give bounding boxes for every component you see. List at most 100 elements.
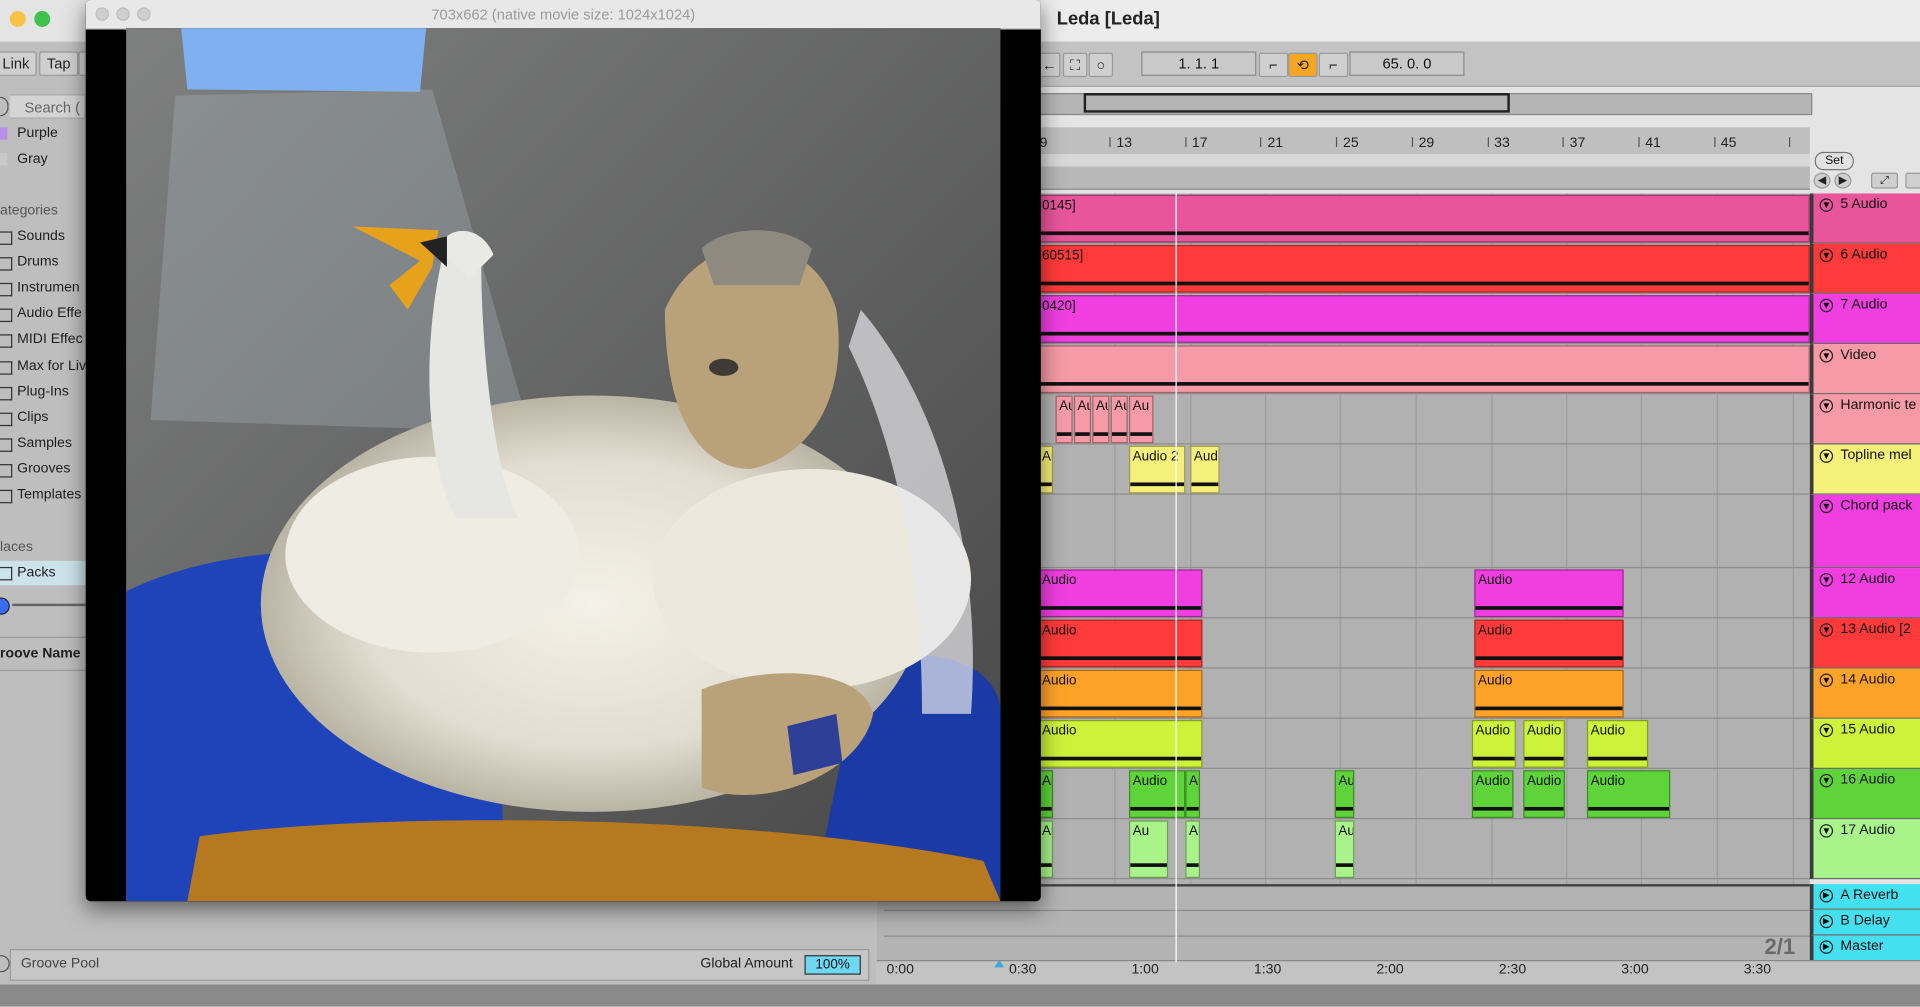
fold-chevron-icon[interactable]: ▼ xyxy=(1819,348,1834,363)
loop-length-field[interactable]: 65. 0. 0 xyxy=(1349,51,1465,76)
fold-chevron-icon[interactable]: ▼ xyxy=(1819,723,1834,738)
minimize-window-button[interactable] xyxy=(9,11,26,27)
track-name[interactable]: 15 Audio xyxy=(1840,722,1895,737)
audio-clip[interactable]: 0145] xyxy=(1038,194,1810,243)
audio-clip[interactable]: Audio xyxy=(1586,770,1671,818)
category-item[interactable]: Samples xyxy=(17,436,72,451)
audio-clip[interactable]: 0420] xyxy=(1038,295,1810,343)
track-name[interactable]: 6 Audio xyxy=(1840,247,1887,262)
audio-clip[interactable]: Audio xyxy=(1471,770,1514,818)
set-locator-button[interactable]: Set xyxy=(1814,151,1854,171)
lock-icon[interactable] xyxy=(1905,172,1920,189)
record-circle-icon[interactable]: ○ xyxy=(1088,52,1114,78)
track-header[interactable]: ▼ Chord pack xyxy=(1809,494,1920,569)
category-item[interactable]: Drums xyxy=(17,255,58,270)
track-header[interactable]: ▼ 16 Audio xyxy=(1809,768,1920,820)
category-item[interactable]: Plug-Ins xyxy=(17,384,69,399)
groove-name-column[interactable]: roove Name xyxy=(0,647,81,662)
track-name[interactable]: 13 Audio [2 xyxy=(1840,622,1910,637)
track-name[interactable]: 16 Audio xyxy=(1840,773,1895,788)
audio-clip[interactable] xyxy=(1038,345,1810,394)
audio-clip[interactable]: Audio 2 xyxy=(1128,445,1186,494)
audio-clip[interactable]: Audio xyxy=(1523,770,1565,818)
tap-button[interactable]: Tap xyxy=(39,51,79,76)
track-lane[interactable] xyxy=(1038,495,1810,569)
category-item[interactable]: Templates xyxy=(17,487,81,502)
track-name[interactable]: Chord pack xyxy=(1840,498,1912,513)
audio-clip[interactable]: Audio xyxy=(1474,569,1624,618)
fold-chevron-icon[interactable]: ▶ xyxy=(1819,888,1834,903)
fold-chevron-icon[interactable]: ▼ xyxy=(1819,623,1834,637)
audio-clip[interactable]: Au xyxy=(1185,820,1201,878)
expand-icon[interactable]: ⤢ xyxy=(1871,172,1898,189)
track-header[interactable]: ▼ 12 Audio xyxy=(1809,568,1920,619)
category-item[interactable]: Clips xyxy=(17,410,48,425)
fold-chevron-icon[interactable]: ▼ xyxy=(1819,573,1834,587)
loop-brace-strip[interactable] xyxy=(1038,154,1810,167)
return-track-header[interactable]: ▶ B Delay xyxy=(1809,909,1920,936)
fold-chevron-icon[interactable]: ▼ xyxy=(1819,824,1834,838)
audio-clip[interactable]: Audio xyxy=(1038,669,1203,718)
return-lane[interactable] xyxy=(884,936,1810,963)
track-name[interactable]: Topline mel xyxy=(1840,448,1911,463)
track-header[interactable]: ▼ Topline mel xyxy=(1809,444,1920,495)
fold-chevron-icon[interactable]: ▼ xyxy=(1819,673,1834,687)
audio-clip[interactable]: Audio xyxy=(1128,770,1186,818)
fullscreen-icon[interactable]: ⛶ xyxy=(1062,52,1088,78)
preview-slider[interactable] xyxy=(12,603,86,607)
fold-chevron-icon[interactable]: ▼ xyxy=(1819,399,1834,413)
audio-clip[interactable]: Au xyxy=(1092,395,1110,444)
fold-chevron-icon[interactable]: ▶ xyxy=(1819,914,1834,929)
zoom-window-button[interactable] xyxy=(34,11,51,27)
return-track-header[interactable]: ▶ A Reverb xyxy=(1809,884,1920,910)
audio-clip[interactable]: Audio xyxy=(1038,720,1203,768)
fold-chevron-icon[interactable]: ▼ xyxy=(1819,449,1834,463)
fold-chevron-icon[interactable]: ▼ xyxy=(1819,499,1834,514)
track-header[interactable]: ▼ 5 Audio xyxy=(1809,193,1920,244)
browser-color-purple[interactable]: Purple xyxy=(17,126,58,141)
audio-clip[interactable]: Au xyxy=(1110,395,1128,444)
audio-clip[interactable]: Audio xyxy=(1038,619,1203,668)
track-header[interactable]: ▼ 17 Audio xyxy=(1809,819,1920,880)
audio-clip[interactable]: Au xyxy=(1073,395,1092,444)
audio-clip[interactable]: Audio xyxy=(1334,770,1355,818)
audio-clip[interactable]: Audio xyxy=(1523,720,1565,768)
track-name[interactable]: 12 Audio xyxy=(1840,572,1895,587)
track-header[interactable]: ▼ 15 Audio xyxy=(1809,718,1920,769)
audio-clip[interactable]: 60515] xyxy=(1038,244,1810,293)
return-track-name[interactable]: B Delay xyxy=(1840,913,1889,928)
link-button[interactable]: Link xyxy=(0,51,37,76)
audio-clip[interactable]: Audio xyxy=(1038,569,1203,618)
video-window[interactable]: 703x662 (native movie size: 1024x1024) xyxy=(85,0,1041,902)
start-marker-icon[interactable] xyxy=(994,960,1005,968)
track-lane[interactable] xyxy=(1038,394,1810,445)
category-item[interactable]: Grooves xyxy=(17,462,70,477)
fold-chevron-icon[interactable]: ▶ xyxy=(1819,940,1834,954)
track-header[interactable]: ▼ 7 Audio xyxy=(1809,293,1920,345)
fold-chevron-icon[interactable]: ▼ xyxy=(1819,773,1834,788)
global-amount-field[interactable]: 100% xyxy=(804,955,861,975)
audio-clip[interactable]: Au xyxy=(1128,820,1169,878)
scrub-area[interactable] xyxy=(1038,166,1810,190)
track-name[interactable]: 17 Audio xyxy=(1840,823,1895,838)
audio-clip[interactable]: Audio xyxy=(1474,619,1624,668)
punch-out-icon[interactable]: ⌐ xyxy=(1318,52,1349,78)
category-item[interactable]: Audio Effe xyxy=(17,306,82,321)
audio-clip[interactable]: Audio xyxy=(1471,720,1516,768)
track-name[interactable]: Video xyxy=(1840,348,1876,363)
track-header[interactable]: ▼ 14 Audio xyxy=(1809,668,1920,719)
track-name[interactable]: 5 Audio xyxy=(1840,197,1887,212)
audio-clip[interactable]: Au xyxy=(1128,395,1154,444)
loop-switch-icon[interactable]: ⟲ xyxy=(1288,52,1318,78)
track-header[interactable]: ▼ 6 Audio xyxy=(1809,243,1920,294)
browser-search-input[interactable]: Search ( xyxy=(9,94,86,119)
track-name[interactable]: 14 Audio xyxy=(1840,672,1895,687)
track-header[interactable]: ▼ 13 Audio [2 xyxy=(1809,618,1920,669)
category-item[interactable]: MIDI Effec xyxy=(17,332,82,347)
return-track-name[interactable]: Master xyxy=(1840,939,1883,954)
fold-chevron-icon[interactable]: ▼ xyxy=(1819,248,1834,263)
audio-clip[interactable]: Audio xyxy=(1185,770,1201,818)
arrow-left-icon[interactable]: ← xyxy=(1038,52,1061,78)
track-header[interactable]: ▼ Harmonic te xyxy=(1809,394,1920,445)
return-lane[interactable] xyxy=(884,910,1810,937)
